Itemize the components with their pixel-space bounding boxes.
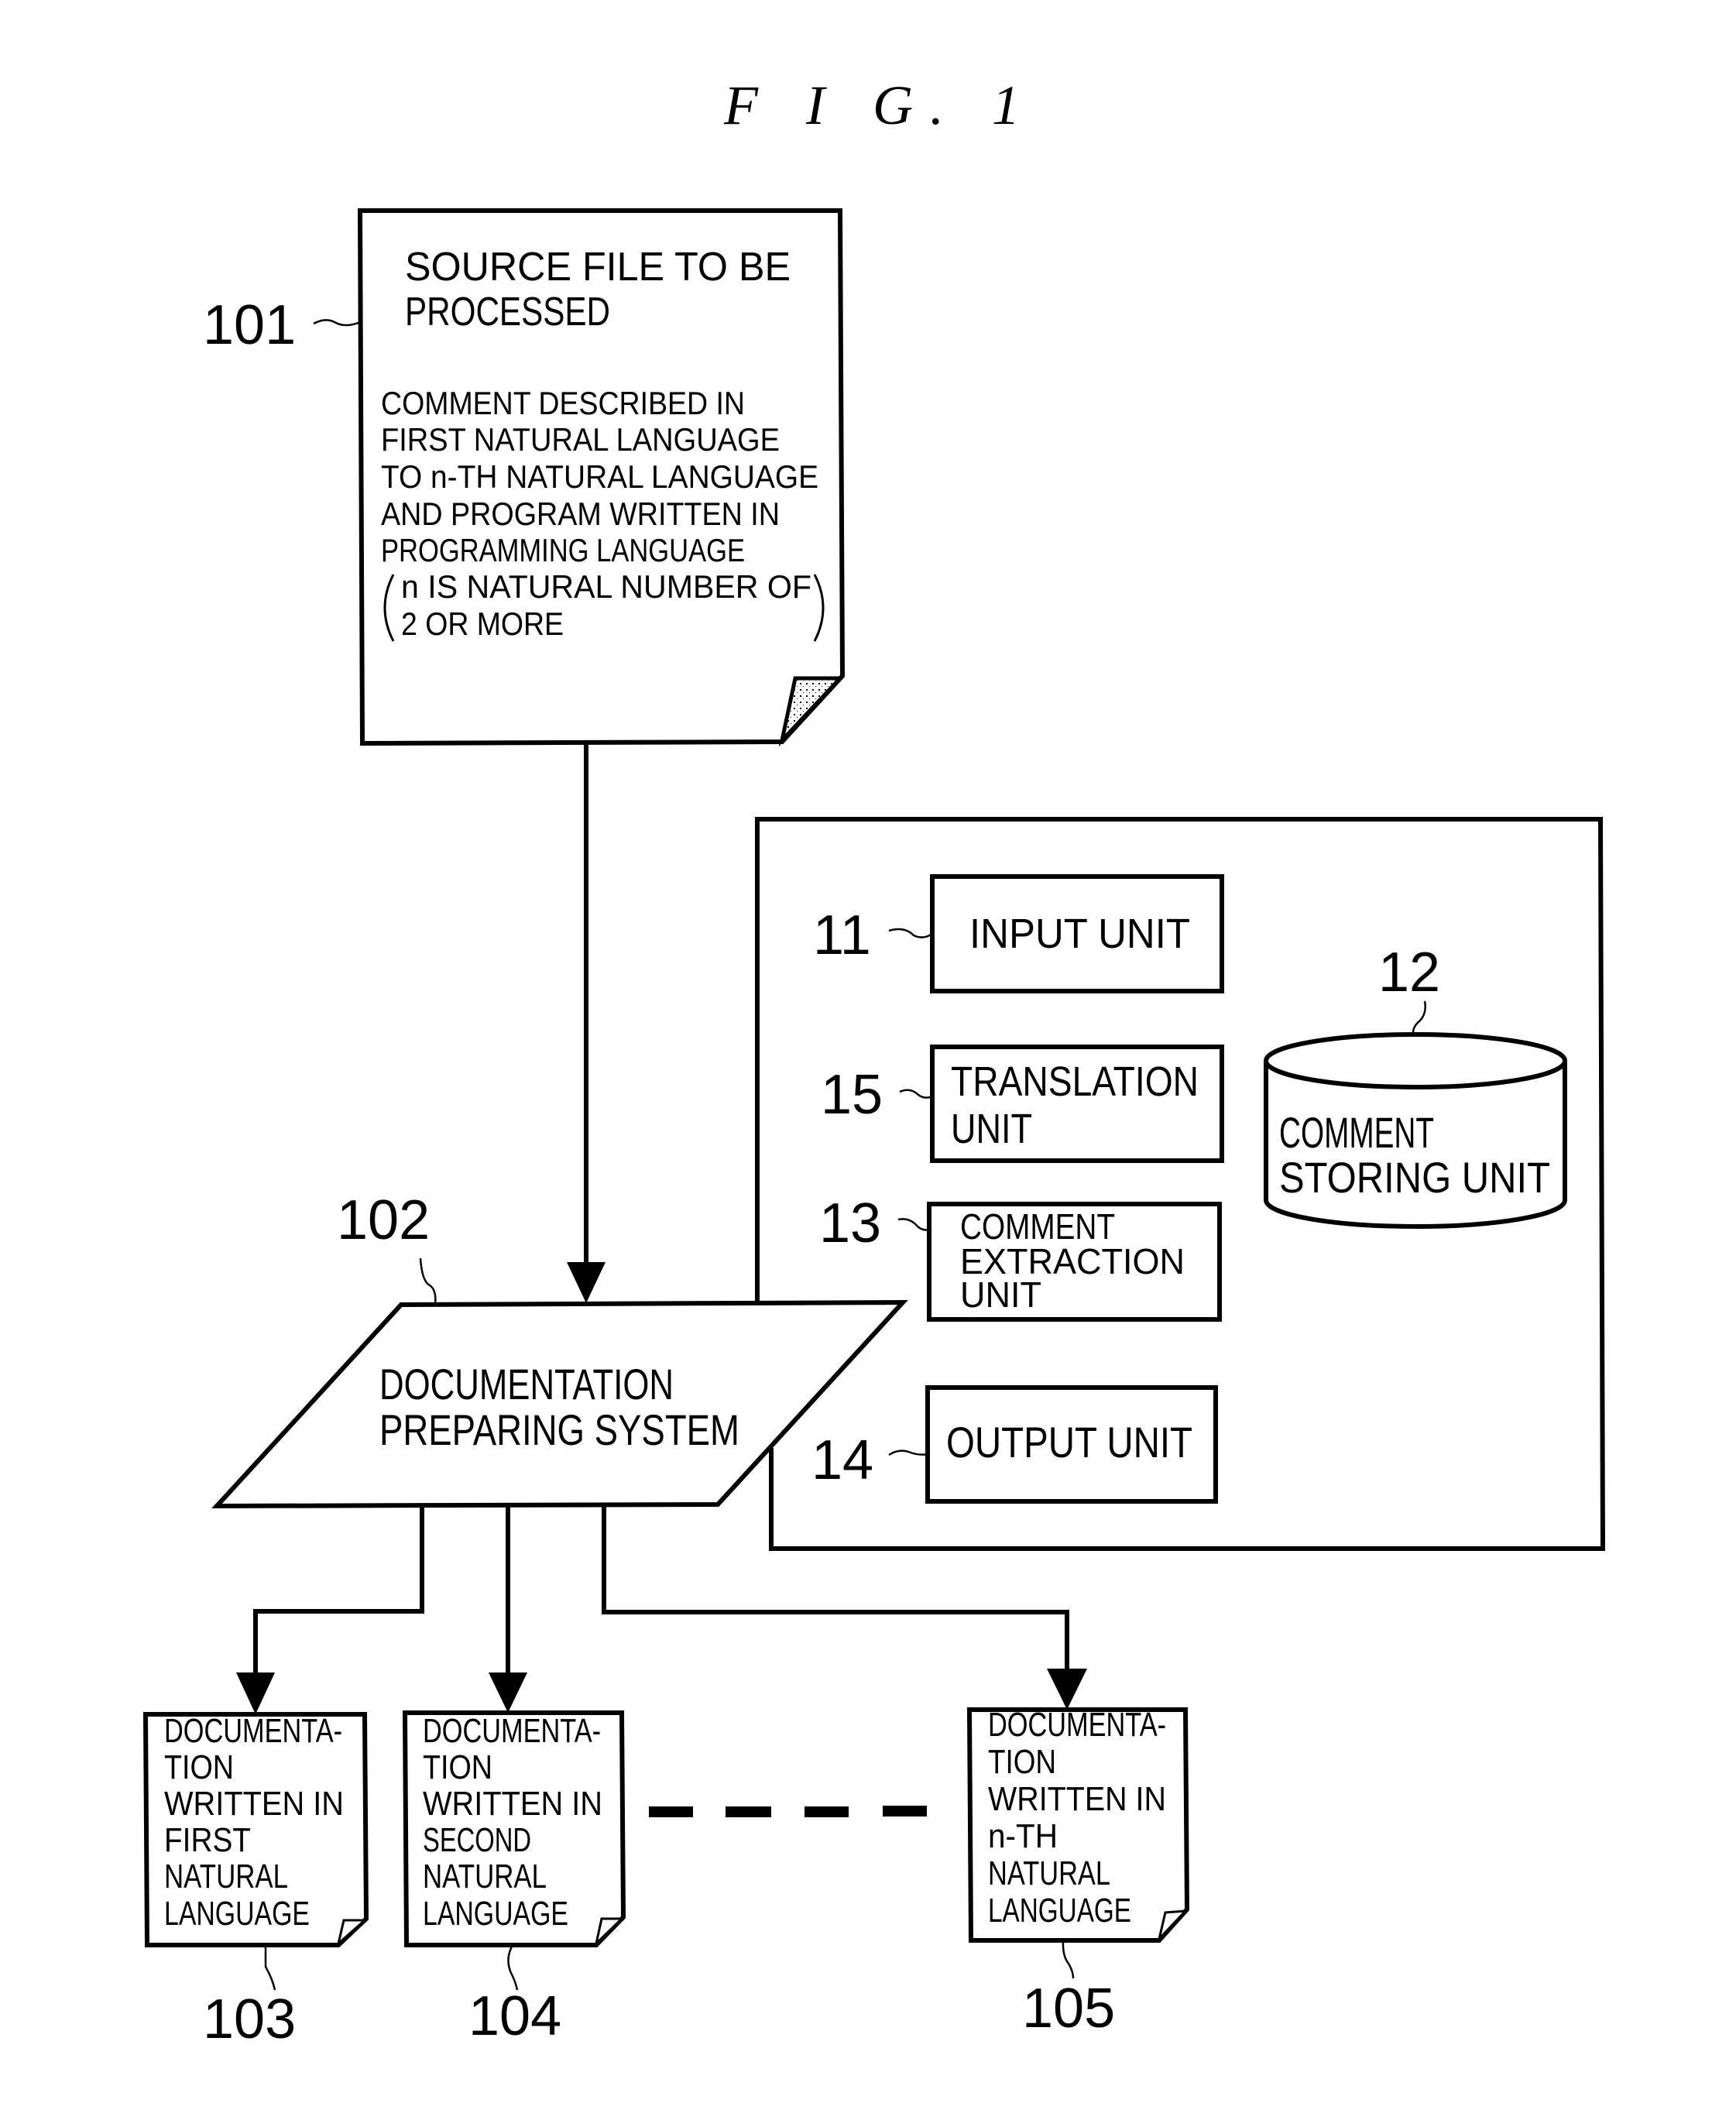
leader-13 <box>897 1218 930 1231</box>
dash <box>726 1806 771 1817</box>
translation-unit-label-line-2: UNIT <box>951 1106 1032 1152</box>
output-unit-label: OUTPUT UNIT <box>946 1418 1192 1467</box>
dash <box>883 1806 927 1817</box>
doc-105-line: DOCUMENTA- <box>988 1706 1166 1744</box>
ref-label-104: 104 <box>468 1985 561 2047</box>
leader-12 <box>1412 1000 1426 1035</box>
doc-104-line: NATURAL <box>423 1858 547 1895</box>
arrow-down-icon <box>489 1672 527 1713</box>
ref-label-103: 103 <box>203 1988 296 2050</box>
storage-label-line-2: STORING UNIT <box>1279 1153 1550 1202</box>
source-file-body-line: PROGRAMMING LANGUAGE <box>381 532 745 568</box>
leader-15 <box>899 1089 933 1099</box>
system-label-line-1: DOCUMENTATION <box>379 1360 674 1408</box>
ref-label-11: 11 <box>813 904 871 966</box>
doc-103-line: FIRST <box>164 1821 251 1859</box>
doc-103-line: DOCUMENTA- <box>164 1712 342 1750</box>
source-file-body-line: COMMENT DESCRIBED IN <box>381 385 745 421</box>
doc-105-line: n-TH <box>988 1817 1058 1855</box>
ref-label-14: 14 <box>811 1429 873 1491</box>
figure-canvas: F I G. 1 SOURCE FILE TO BE PROCESSED COM… <box>142 74 1606 2050</box>
leader-104 <box>507 1944 519 1991</box>
leader-11 <box>888 928 933 938</box>
source-file-document: SOURCE FILE TO BE PROCESSED COMMENT DESC… <box>357 208 846 747</box>
doc-105-line: LANGUAGE <box>988 1892 1131 1930</box>
leader-103 <box>264 1945 276 1991</box>
doc-105-line: WRITTEN IN <box>988 1780 1166 1818</box>
doc-105-line: NATURAL <box>988 1854 1110 1892</box>
leader-14 <box>888 1449 928 1456</box>
doc-103-line: TION <box>164 1748 234 1786</box>
connector-system-to-doc-103 <box>253 1504 424 1672</box>
doc-104-line: TION <box>423 1748 492 1786</box>
output-doc-104: DOCUMENTA- TION WRITTEN IN SECOND NATURA… <box>402 1710 626 2047</box>
source-file-body-line: TO n-TH NATURAL LANGUAGE <box>381 458 818 495</box>
unit-input: INPUT UNIT 11 <box>813 874 1224 993</box>
documentation-preparing-system: DOCUMENTATION PREPARING SYSTEM <box>211 1299 908 1509</box>
leader-105 <box>1062 1940 1075 1979</box>
source-file-body-line: FIRST NATURAL LANGUAGE <box>381 421 780 458</box>
doc-103-line: NATURAL <box>164 1858 288 1895</box>
comment-storing-unit: COMMENT STORING UNIT 12 <box>1264 942 1567 1229</box>
source-file-title-line-2: PROCESSED <box>405 290 610 334</box>
doc-104-line: DOCUMENTA- <box>423 1712 601 1750</box>
doc-104-line: WRITTEN IN <box>423 1785 602 1823</box>
cylinder-top <box>1264 1032 1567 1089</box>
connector-system-to-doc-105 <box>602 1504 1069 1669</box>
dash <box>649 1806 693 1817</box>
source-file-body-line: n IS NATURAL NUMBER OF <box>401 568 811 605</box>
source-file-body: COMMENT DESCRIBED IN FIRST NATURAL LANGU… <box>381 385 825 642</box>
ref-label-102: 102 <box>337 1189 430 1251</box>
ref-label-105: 105 <box>1022 1978 1115 2040</box>
comment-extraction-label-line-3: UNIT <box>960 1274 1041 1315</box>
doc-104-line: LANGUAGE <box>423 1895 568 1933</box>
arrow-down-icon <box>567 1262 606 1303</box>
storage-label-line-1: COMMENT <box>1279 1108 1434 1157</box>
source-file-title-line-1: SOURCE FILE TO BE <box>405 245 791 290</box>
page-fold-icon <box>594 1917 625 1947</box>
ref-label-101: 101 <box>203 294 296 356</box>
ref-label-13: 13 <box>819 1192 881 1254</box>
unit-translation: TRANSLATION UNIT 15 <box>821 1045 1224 1163</box>
unit-output: OUTPUT UNIT 14 <box>811 1385 1218 1504</box>
doc-104-line: SECOND <box>423 1821 531 1859</box>
doc-105-line: TION <box>988 1743 1056 1781</box>
ref-label-12: 12 <box>1378 942 1440 1003</box>
doc-103-line: LANGUAGE <box>164 1895 310 1933</box>
translation-unit-label-line-1: TRANSLATION <box>951 1058 1199 1105</box>
ellipsis-dashes <box>649 1806 927 1817</box>
system-label-line-2: PREPARING SYSTEM <box>379 1405 739 1454</box>
arrow-down-icon <box>236 1672 275 1714</box>
dash <box>805 1806 849 1817</box>
source-file-body-line: AND PROGRAM WRITTEN IN <box>381 496 780 532</box>
source-file-body-line: 2 OR MORE <box>401 606 564 642</box>
leader-102 <box>419 1257 437 1305</box>
output-doc-105: DOCUMENTA- TION WRITTEN IN n-TH NATURAL … <box>966 1706 1190 2040</box>
input-unit-label: INPUT UNIT <box>969 911 1190 957</box>
output-doc-103: DOCUMENTA- TION WRITTEN IN FIRST NATURAL… <box>142 1712 369 2050</box>
doc-103-line: WRITTEN IN <box>164 1785 344 1823</box>
leader-101 <box>313 319 361 327</box>
ref-label-15: 15 <box>821 1064 883 1126</box>
figure-title: F I G. 1 <box>723 74 1037 136</box>
arrow-down-icon <box>1047 1669 1087 1710</box>
page-fold-icon <box>336 1919 368 1947</box>
